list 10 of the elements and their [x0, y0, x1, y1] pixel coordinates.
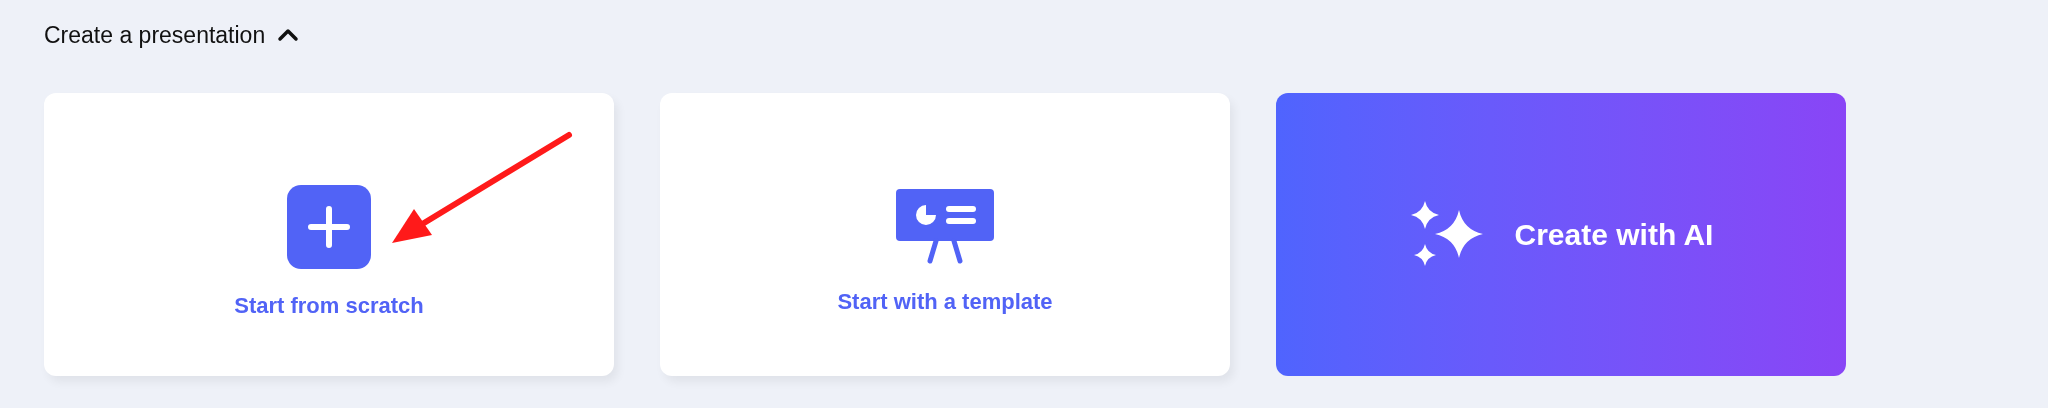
option-card[interactable]: Start with a template: [660, 92, 1230, 376]
ai-card[interactable]: Create with AI: [1276, 92, 1846, 376]
chevron-up-icon: [277, 28, 300, 43]
card-label: Start with a template: [837, 287, 1053, 316]
card-label: Create with AI: [1514, 216, 1714, 253]
presentation-board-icon: [896, 188, 994, 265]
plus-icon: [287, 184, 371, 269]
option-card[interactable]: Start from scratch: [44, 92, 614, 376]
section-toggle[interactable]: Create a presentation: [44, 18, 300, 53]
card-label: Start from scratch: [234, 291, 424, 320]
